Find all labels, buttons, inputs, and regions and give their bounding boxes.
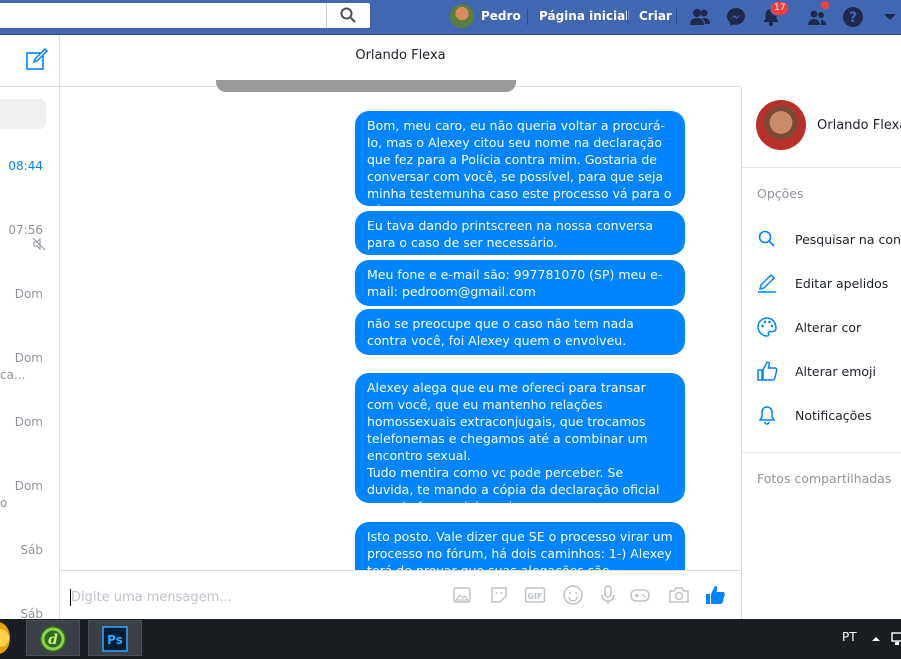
conversation-time: 07:56 — [8, 223, 43, 237]
options-heading: Opções — [757, 186, 804, 201]
palette-icon — [757, 317, 777, 337]
gif-icon[interactable]: GIF — [524, 584, 546, 606]
contact-avatar[interactable] — [756, 100, 806, 150]
photoshop-icon: Ps — [102, 626, 128, 652]
option-search-in-conversation[interactable]: Pesquisar na conversa — [756, 228, 901, 250]
message-bubble[interactable]: Isto posto. Vale dizer que SE o processo… — [355, 522, 685, 570]
alert-dot — [821, 1, 829, 9]
photoshop-label: Ps — [107, 633, 123, 647]
input-language-indicator[interactable]: PT — [842, 630, 857, 644]
conversation-snippet: o — [0, 496, 8, 510]
thumbs-up-icon — [757, 361, 778, 381]
conversation-time: 08:44 — [8, 159, 43, 173]
conversation-time: Dom — [14, 479, 43, 493]
microphone-icon[interactable] — [597, 584, 619, 606]
conversation-list-header — [0, 35, 59, 87]
notifications-badge: 17 — [770, 1, 790, 16]
chat-title[interactable]: Orlando Flexa — [60, 48, 741, 63]
nav-divider — [676, 9, 677, 25]
search-box[interactable] — [0, 3, 370, 28]
conversation-time: Dom — [14, 351, 43, 365]
divider — [742, 452, 901, 453]
conversation-time: Dom — [14, 415, 43, 429]
conversation-time: Sáb — [20, 607, 43, 619]
start-orb-icon[interactable] — [0, 622, 10, 654]
home-link[interactable]: Página inicial — [539, 9, 629, 23]
new-message-compose-icon[interactable] — [25, 48, 49, 72]
option-label: Pesquisar na conversa — [795, 231, 901, 247]
sticker-icon[interactable] — [488, 584, 510, 606]
tray-expand-arrow-icon[interactable] — [871, 634, 881, 644]
game-controller-icon[interactable] — [629, 584, 651, 606]
option-label: Notificações — [795, 407, 872, 423]
camera-icon[interactable] — [668, 584, 690, 606]
taskbar-app-dreamweaver[interactable]: d — [26, 620, 80, 656]
option-label: Alterar emoji — [795, 363, 876, 379]
message-bubble[interactable]: Eu tava dando printscreen na nossa conve… — [355, 211, 685, 255]
svg-text:?: ? — [849, 10, 857, 26]
windows-taskbar: d Ps PT — [0, 619, 901, 659]
avatar — [450, 4, 474, 28]
search-separator — [326, 3, 327, 28]
create-link[interactable]: Criar — [639, 9, 672, 23]
message-input[interactable]: Digite uma mensagem... — [71, 590, 232, 605]
message-bubble[interactable]: Alexey alega que eu me ofereci para tran… — [355, 373, 685, 514]
message-bubble[interactable]: não se preocupe que o caso não tem nada … — [355, 309, 685, 355]
photo-icon[interactable] — [451, 584, 473, 606]
pencil-icon — [758, 273, 776, 293]
search-icon[interactable] — [340, 7, 356, 23]
shared-photos-heading[interactable]: Fotos compartilhadas — [757, 471, 891, 486]
conversation-search-input[interactable] — [0, 99, 46, 129]
divider — [742, 167, 901, 168]
conversation-time: Dom — [14, 287, 43, 301]
svg-text:GIF: GIF — [527, 592, 542, 601]
taskbar-app-photoshop[interactable]: Ps — [88, 620, 142, 656]
conversation-snippet: ca... — [0, 368, 26, 382]
quick-help-people-icon[interactable] — [806, 6, 828, 28]
tray-network-icon[interactable] — [890, 631, 901, 647]
profile-name: Pedro — [481, 9, 521, 23]
option-label: Alterar cor — [795, 319, 862, 335]
bell-icon — [758, 406, 776, 425]
muted-speaker-icon — [32, 237, 46, 251]
option-change-emoji[interactable]: Alterar emoji — [756, 360, 876, 382]
profile-link[interactable]: Pedro — [450, 4, 521, 28]
option-edit-nicknames[interactable]: Editar apelidos — [756, 272, 888, 294]
friend-requests-icon[interactable] — [689, 6, 711, 28]
contact-name[interactable]: Orlando Flexa — [817, 118, 901, 133]
dreamweaver-icon: d — [40, 626, 66, 652]
nav-divider — [627, 9, 628, 25]
option-label: Editar apelidos — [795, 275, 889, 291]
nav-divider — [527, 9, 528, 25]
search-icon — [758, 230, 775, 247]
account-menu-chevron-down-icon[interactable] — [879, 6, 901, 28]
conversation-details-panel: Orlando Flexa Opções Pesquisar na conver… — [741, 87, 901, 619]
message-composer: Digite uma mensagem... GIF — [60, 570, 741, 620]
message-bubble[interactable]: Meu fone e e-mail são: 997781070 (SP) me… — [355, 260, 685, 306]
svg-text:d: d — [48, 632, 58, 648]
top-navigation-bar: Pedro Página inicial Criar 17 ? — [0, 0, 901, 35]
conversation-list: 08:44 07:56 Dom Dom ca... Dom Dom o Sáb … — [0, 35, 60, 619]
messenger-icon[interactable] — [725, 6, 747, 28]
send-like-thumbs-up-icon[interactable] — [704, 584, 726, 606]
emoji-icon[interactable] — [562, 584, 584, 606]
message-bubble[interactable]: Bom, meu caro, eu não queria voltar a pr… — [355, 111, 685, 218]
option-notifications[interactable]: Notificações — [756, 404, 872, 426]
conversation-time: Sáb — [20, 543, 43, 557]
help-icon[interactable]: ? — [842, 6, 864, 28]
option-change-color[interactable]: Alterar cor — [756, 316, 861, 338]
message-thread[interactable]: Bom, meu caro, eu não queria voltar a pr… — [60, 87, 741, 570]
